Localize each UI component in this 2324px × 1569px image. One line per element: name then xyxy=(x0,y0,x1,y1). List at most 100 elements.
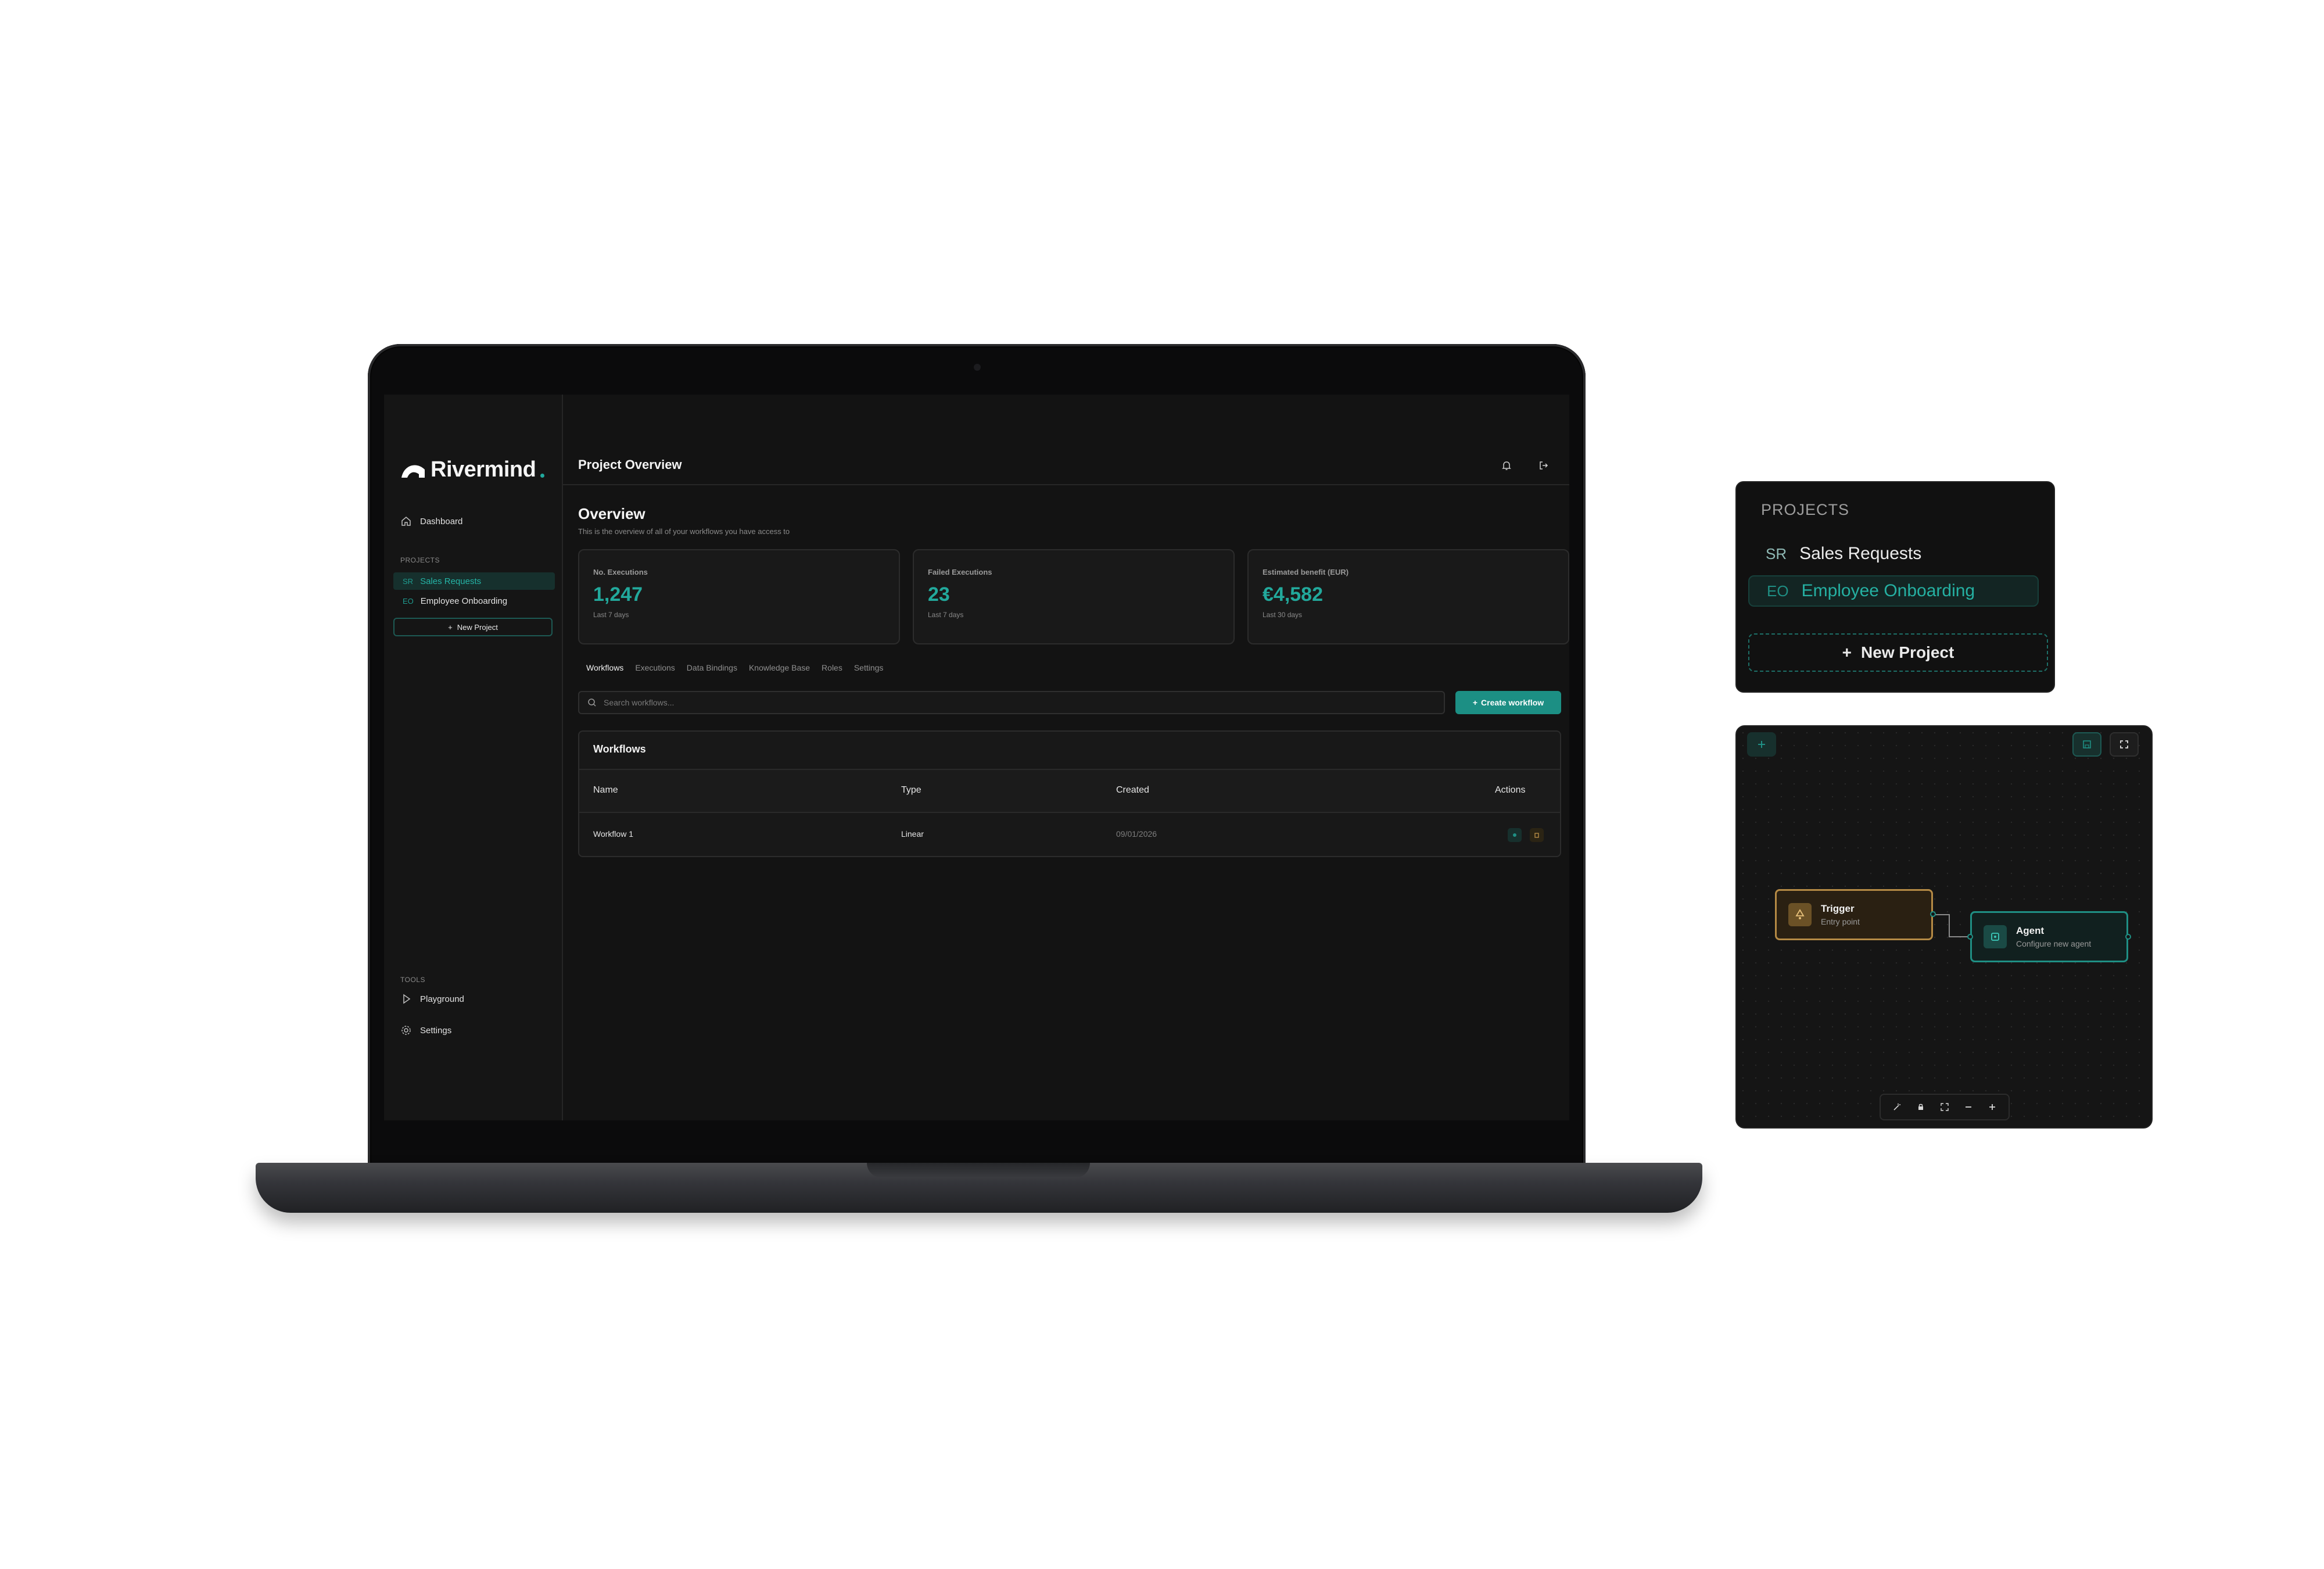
agent-input-handle[interactable] xyxy=(1967,934,1973,940)
stat-value: 23 xyxy=(928,583,950,606)
projects-section-label: PROJECTS xyxy=(400,556,440,564)
sidebar-item-label: Playground xyxy=(420,994,464,1004)
tab-executions[interactable]: Executions xyxy=(635,663,675,672)
laptop-frame: Rivermind Dashboard PROJECTS SR Sales Re… xyxy=(368,344,1586,1166)
brand-name: Rivermind xyxy=(431,457,536,482)
app-screen: Rivermind Dashboard PROJECTS SR Sales Re… xyxy=(384,395,1569,1120)
table-row[interactable]: Workflow 1 Linear 09/01/2026 xyxy=(579,813,1560,856)
panel-item-employee-onboarding[interactable]: EO Employee Onboarding xyxy=(1748,575,2039,607)
brand-dot xyxy=(540,474,545,478)
workflow-name[interactable]: Workflow 1 xyxy=(593,829,633,839)
node-title: Trigger xyxy=(1821,903,1855,914)
workflow-type: Linear xyxy=(901,829,924,839)
tools-section-label: TOOLS xyxy=(400,976,425,984)
tab-workflows[interactable]: Workflows xyxy=(586,663,623,672)
create-workflow-label: Create workflow xyxy=(1481,698,1544,707)
node-subtitle: Entry point xyxy=(1821,917,1860,926)
overview-subtitle: This is the overview of all of your work… xyxy=(578,527,790,536)
agent-output-handle[interactable] xyxy=(2125,934,2131,940)
lock-canvas-button[interactable] xyxy=(1911,1098,1930,1116)
project-label: Employee Onboarding xyxy=(1801,581,1975,600)
stat-card-executions: No. Executions 1,247 Last 7 days xyxy=(578,549,900,644)
sidebar-item-employee-onboarding[interactable]: EO Employee Onboarding xyxy=(393,592,555,610)
panel-item-sales-requests[interactable]: SR Sales Requests xyxy=(1748,538,2039,569)
brand-logo[interactable]: Rivermind xyxy=(400,457,545,482)
stat-card-failed: Failed Executions 23 Last 7 days xyxy=(913,549,1235,644)
camera xyxy=(974,364,981,371)
stat-value: €4,582 xyxy=(1263,583,1323,606)
stat-label: Failed Executions xyxy=(928,568,992,576)
notifications-button[interactable] xyxy=(1496,455,1517,476)
bell-icon xyxy=(1502,461,1511,470)
tab-data-bindings[interactable]: Data Bindings xyxy=(687,663,737,672)
new-project-label: New Project xyxy=(457,622,498,632)
trigger-output-handle[interactable] xyxy=(1930,911,1936,917)
projects-panel-label: PROJECTS xyxy=(1761,501,1850,518)
table-header: Name Type Created Actions xyxy=(579,769,1560,813)
project-abbr: EO xyxy=(1767,582,1789,600)
stat-card-benefit: Estimated benefit (EUR) €4,582 Last 30 d… xyxy=(1247,549,1569,644)
project-abbr: SR xyxy=(403,576,414,586)
new-project-label: New Project xyxy=(1861,643,1954,661)
tab-settings[interactable]: Settings xyxy=(854,663,884,672)
stat-period: Last 30 days xyxy=(1263,611,1303,619)
trash-icon xyxy=(1534,833,1539,838)
sidebar-item-playground[interactable]: Playground xyxy=(400,993,464,1005)
search-box xyxy=(578,691,1445,714)
plus-icon: + xyxy=(448,622,453,632)
sidebar-item-dashboard[interactable]: Dashboard xyxy=(400,515,462,527)
tab-knowledge-base[interactable]: Knowledge Base xyxy=(749,663,810,672)
column-header-created[interactable]: Created xyxy=(1116,785,1149,796)
logout-button[interactable] xyxy=(1533,455,1554,476)
node-title: Agent xyxy=(2016,925,2045,936)
pencil-icon xyxy=(1513,833,1516,837)
agent-node[interactable]: Agent Configure new agent xyxy=(1970,911,2128,962)
stat-value: 1,247 xyxy=(593,583,643,606)
stat-period: Last 7 days xyxy=(928,611,964,619)
laptop-notch xyxy=(867,1163,1090,1178)
delete-workflow-button[interactable] xyxy=(1530,828,1544,842)
panel-new-project-button[interactable]: + New Project xyxy=(1748,633,2048,672)
main-content: Project Overview Overview This is the ov… xyxy=(563,395,1569,1120)
sidebar-item-sales-requests[interactable]: SR Sales Requests xyxy=(393,572,555,590)
laptop-base xyxy=(256,1163,1702,1213)
project-abbr: EO xyxy=(403,596,414,606)
tab-roles[interactable]: Roles xyxy=(822,663,842,672)
agent-icon xyxy=(1984,925,2007,948)
column-header-type[interactable]: Type xyxy=(901,785,921,796)
zoom-in-button[interactable] xyxy=(1983,1098,2002,1116)
page-title: Project Overview xyxy=(578,457,682,472)
lock-icon xyxy=(1918,1104,1924,1110)
fit-view-button[interactable] xyxy=(1935,1098,1954,1116)
magic-wand-icon xyxy=(1893,1104,1901,1111)
project-label: Employee Onboarding xyxy=(420,596,508,606)
play-icon xyxy=(403,994,411,1004)
sidebar-item-settings[interactable]: Settings xyxy=(400,1024,451,1036)
logout-icon xyxy=(1540,461,1548,470)
auto-layout-button[interactable] xyxy=(1888,1098,1906,1116)
project-abbr: SR xyxy=(1766,545,1787,563)
sidebar-item-label: Settings xyxy=(420,1025,452,1036)
edit-workflow-button[interactable] xyxy=(1508,828,1522,842)
project-label: Sales Requests xyxy=(420,576,482,586)
tab-bar: Workflows Executions Data Bindings Knowl… xyxy=(586,663,883,672)
search-input[interactable] xyxy=(604,698,1417,707)
create-workflow-button[interactable]: + Create workflow xyxy=(1455,691,1561,714)
sidebar-item-label: Dashboard xyxy=(420,516,463,526)
stat-period: Last 7 days xyxy=(593,611,629,619)
canvas-toolbar xyxy=(1880,1094,2010,1120)
workflow-canvas[interactable]: Trigger Entry point Agent Configure new … xyxy=(1735,725,2153,1129)
zoom-in-icon xyxy=(1989,1104,1995,1110)
new-project-button[interactable]: + New Project xyxy=(393,618,553,636)
plus-icon: + xyxy=(1842,643,1852,661)
workflows-table: Workflows Name Type Created Actions Work… xyxy=(578,730,1561,857)
zoom-out-icon xyxy=(1965,1106,1971,1108)
trigger-node[interactable]: Trigger Entry point xyxy=(1775,889,1933,940)
gear-icon xyxy=(401,1026,411,1035)
trigger-icon xyxy=(1788,903,1812,926)
stat-label: No. Executions xyxy=(593,568,648,576)
node-subtitle: Configure new agent xyxy=(2016,939,2092,948)
column-header-name[interactable]: Name xyxy=(593,785,618,796)
projects-panel-zoom: PROJECTS SR Sales Requests EO Employee O… xyxy=(1735,481,2055,693)
zoom-out-button[interactable] xyxy=(1959,1098,1978,1116)
